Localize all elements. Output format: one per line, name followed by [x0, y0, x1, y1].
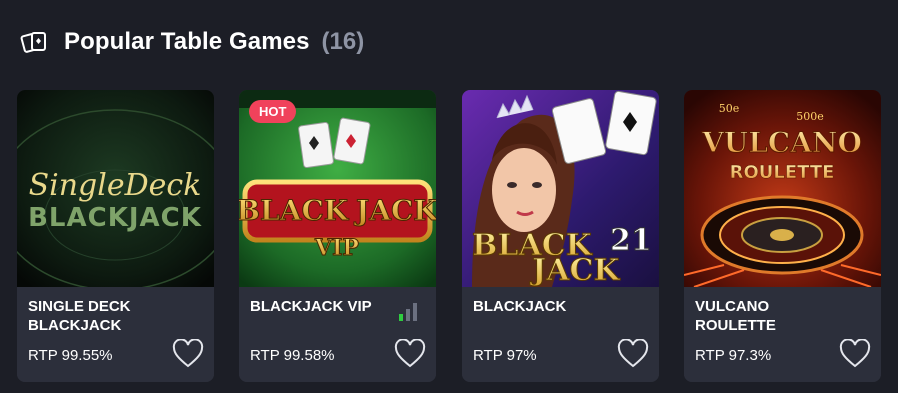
game-name[interactable]: BLACKJACK VIP	[250, 297, 400, 316]
game-info: BLACKJACK VIP RTP 99.58%	[239, 287, 436, 382]
art-number: 21	[610, 223, 652, 258]
game-rtp: RTP 97.3%	[695, 347, 772, 364]
game-count: (16)	[321, 28, 365, 55]
game-card-vulcano-roulette[interactable]: 50e 500e VULCANO ROULETTE VULCANO ROULET…	[684, 90, 881, 382]
game-rtp: RTP 97%	[473, 347, 537, 364]
art-title: BLACK JACK	[239, 194, 436, 227]
game-info: VULCANO ROULETTE RTP 97.3%	[684, 287, 881, 382]
game-rtp: RTP 99.58%	[250, 347, 335, 364]
signal-bars-icon	[399, 303, 423, 321]
game-card-blackjack-vip[interactable]: BLACK JACK VIP HOT BLACKJACK VIP RTP 99.5…	[239, 90, 436, 382]
art-subtitle: JACK	[529, 253, 620, 287]
hot-badge: HOT	[249, 100, 297, 123]
game-list: SingleDeck BLACKJACK SINGLE DECK BLACKJA…	[17, 90, 897, 382]
game-thumbnail[interactable]: 50e 500e VULCANO ROULETTE	[684, 90, 881, 287]
favorite-heart-icon[interactable]	[839, 338, 871, 369]
cards-category-icon	[20, 27, 50, 57]
game-thumbnail[interactable]: SingleDeck BLACKJACK	[17, 90, 214, 287]
game-card-single-deck-blackjack[interactable]: SingleDeck BLACKJACK SINGLE DECK BLACKJA…	[17, 90, 214, 382]
game-card-blackjack[interactable]: BLACK JACK 21 BLACKJACK RTP 97%	[462, 90, 659, 382]
game-name[interactable]: BLACKJACK	[473, 297, 623, 316]
game-name[interactable]: SINGLE DECK BLACKJACK	[28, 297, 178, 335]
game-name[interactable]: VULCANO ROULETTE	[695, 297, 845, 335]
game-thumbnail[interactable]: BLACK JACK VIP HOT	[239, 90, 436, 287]
art-title: VULCANO	[701, 126, 862, 159]
game-rtp: RTP 99.55%	[28, 347, 113, 364]
section-header: Popular Table Games (16)	[20, 26, 364, 58]
art-bet-label: 50e	[719, 102, 740, 115]
art-subtitle: ROULETTE	[730, 162, 835, 183]
game-thumbnail[interactable]: BLACK JACK 21	[462, 90, 659, 287]
favorite-heart-icon[interactable]	[172, 338, 204, 369]
game-info: SINGLE DECK BLACKJACK RTP 99.55%	[17, 287, 214, 382]
favorite-heart-icon[interactable]	[394, 338, 426, 369]
favorite-heart-icon[interactable]	[617, 338, 649, 369]
art-subtitle: VIP	[314, 235, 359, 261]
art-subtitle: BLACKJACK	[28, 203, 202, 233]
section-title: Popular Table Games	[64, 28, 310, 55]
art-title: SingleDeck	[29, 168, 202, 203]
game-info: BLACKJACK RTP 97%	[462, 287, 659, 382]
art-bet-label: 500e	[796, 110, 824, 123]
